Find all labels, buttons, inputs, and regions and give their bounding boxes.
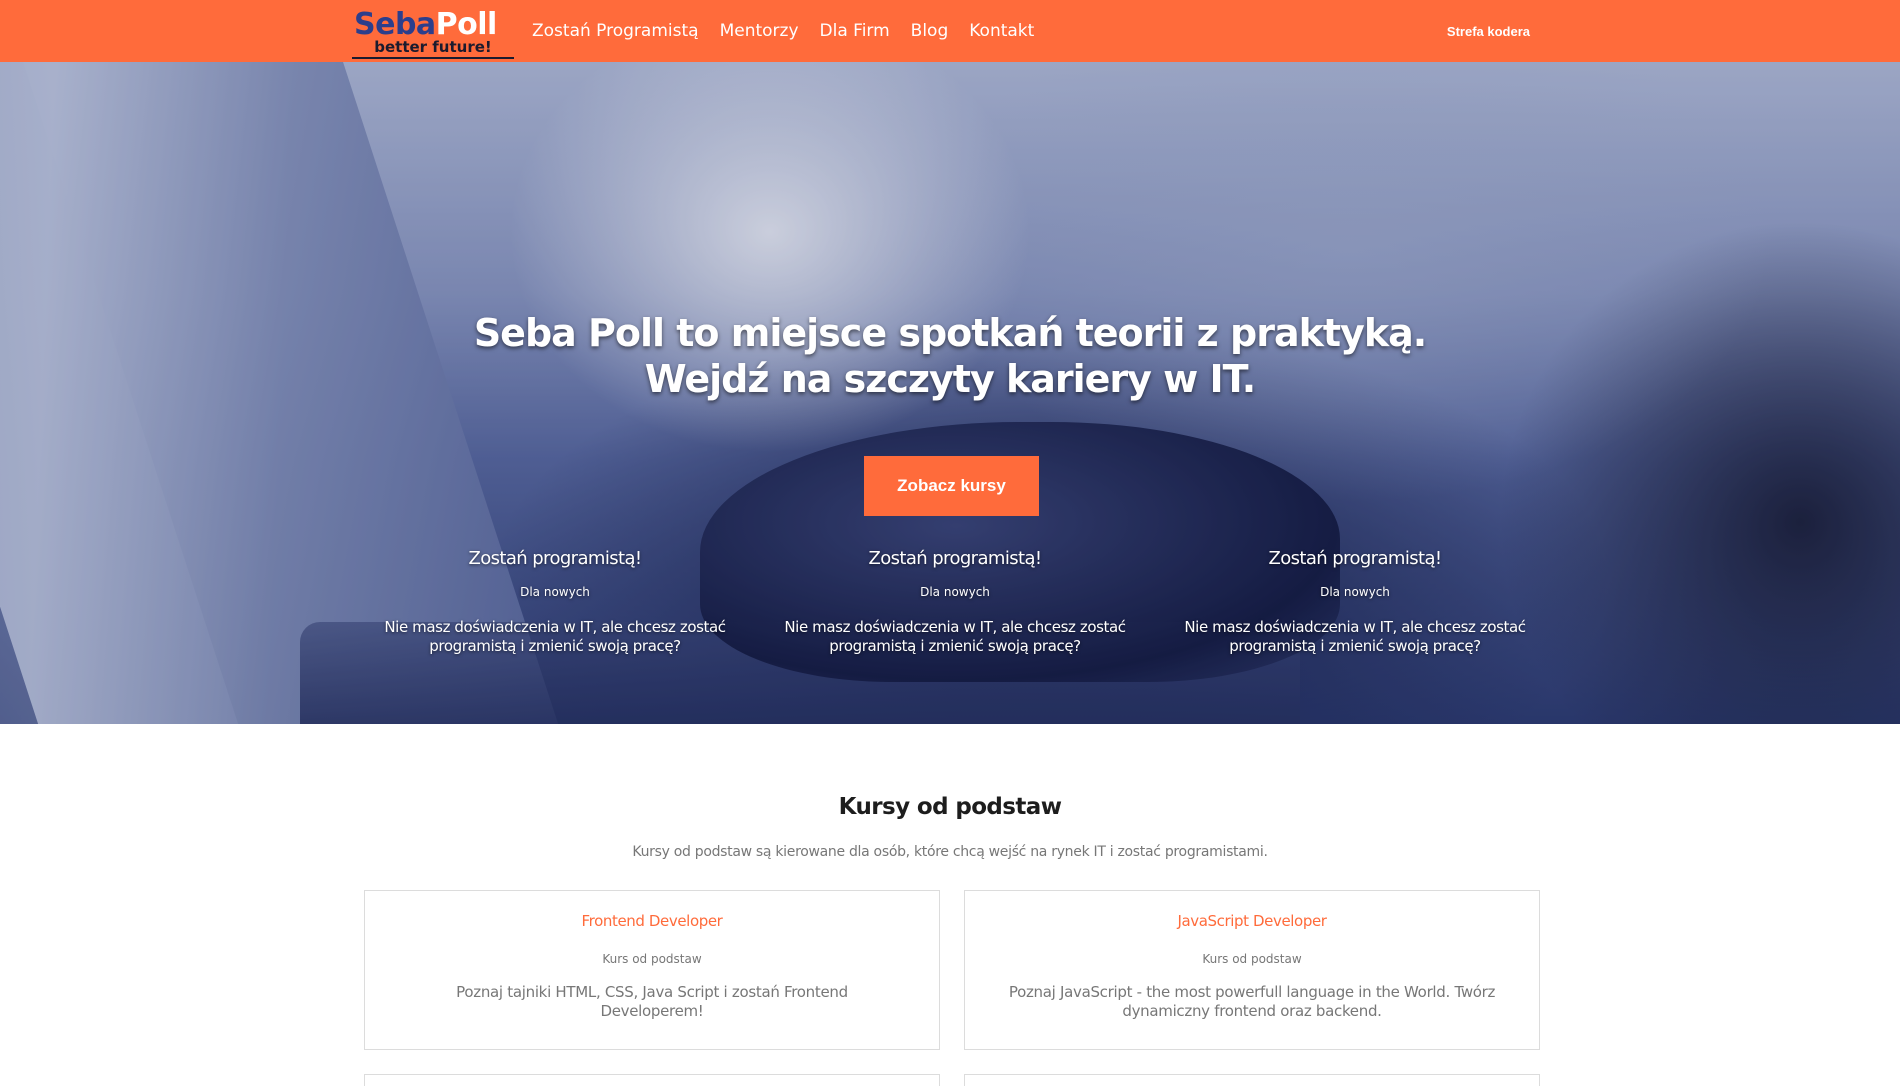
feature-tag: Dla nowych xyxy=(920,585,990,599)
logo-tagline: better future! xyxy=(352,38,514,59)
top-navbar: SebaPoll better future! Zostań Programis… xyxy=(0,0,1900,62)
nav-link-kontakt[interactable]: Kontakt xyxy=(969,21,1034,41)
main-nav: Zostań Programistą Mentorzy Dla Firm Blo… xyxy=(532,0,1055,62)
feature-tag: Dla nowych xyxy=(520,585,590,599)
brand-logo[interactable]: SebaPoll better future! xyxy=(352,8,514,59)
course-card-frontend[interactable]: Frontend Developer Kurs od podstaw Pozna… xyxy=(364,890,940,1050)
course-card-tag: Kurs od podstaw xyxy=(602,952,702,966)
feature-title: Zostań programistą! xyxy=(1268,548,1442,569)
logo-seba-text: Seba xyxy=(354,7,436,42)
hero-title: Seba Poll to miejsce spotkań teorii z pr… xyxy=(0,310,1900,402)
course-card-text: Poznaj JavaScript - the most powerfull l… xyxy=(1008,983,1496,1020)
course-card-javascript[interactable]: JavaScript Developer Kurs od podstaw Poz… xyxy=(964,890,1540,1050)
course-card-text: Poznaj tajniki HTML, CSS, Java Script i … xyxy=(456,983,848,1020)
course-card-title[interactable]: Frontend Developer xyxy=(365,911,939,931)
logo-poll-text: Poll xyxy=(435,7,498,42)
logo-wordmark: SebaPoll xyxy=(354,8,497,42)
courses-section-subtitle: Kursy od podstaw są kierowane dla osób, … xyxy=(632,844,1268,860)
course-card-partial xyxy=(364,1074,940,1086)
nav-link-dla-firm[interactable]: Dla Firm xyxy=(820,21,890,41)
hero-title-line-1: Seba Poll to miejsce spotkań teorii z pr… xyxy=(473,311,1427,355)
feature-title: Zostań programistą! xyxy=(868,548,1042,569)
feature-title: Zostań programistą! xyxy=(468,548,642,569)
feature-text: Nie masz doświadczenia w IT, ale chcesz … xyxy=(384,618,726,655)
feature-text: Nie masz doświadczenia w IT, ale chcesz … xyxy=(1184,618,1526,655)
course-card-title[interactable]: JavaScript Developer xyxy=(965,911,1539,931)
nav-link-mentorzy[interactable]: Mentorzy xyxy=(720,21,799,41)
course-card-tag: Kurs od podstaw xyxy=(1202,952,1302,966)
nav-link-zostan-programista[interactable]: Zostań Programistą xyxy=(532,21,699,41)
feature-card: Zostań programistą! Dla nowych Nie masz … xyxy=(770,548,1140,656)
feature-card: Zostań programistą! Dla nowych Nie masz … xyxy=(370,548,740,656)
courses-section-title: Kursy od podstaw xyxy=(838,794,1062,820)
feature-text: Nie masz doświadczenia w IT, ale chcesz … xyxy=(784,618,1126,655)
course-card-partial xyxy=(964,1074,1540,1086)
feature-card: Zostań programistą! Dla nowych Nie masz … xyxy=(1170,548,1540,656)
zobacz-kursy-button[interactable]: Zobacz kursy xyxy=(864,456,1039,516)
feature-tag: Dla nowych xyxy=(1320,585,1390,599)
nav-link-blog[interactable]: Blog xyxy=(911,21,949,41)
strefa-kodera-link[interactable]: Strefa kodera xyxy=(1447,0,1530,62)
hero-title-line-2: Wejdź na szczyty kariery w IT. xyxy=(644,357,1256,401)
